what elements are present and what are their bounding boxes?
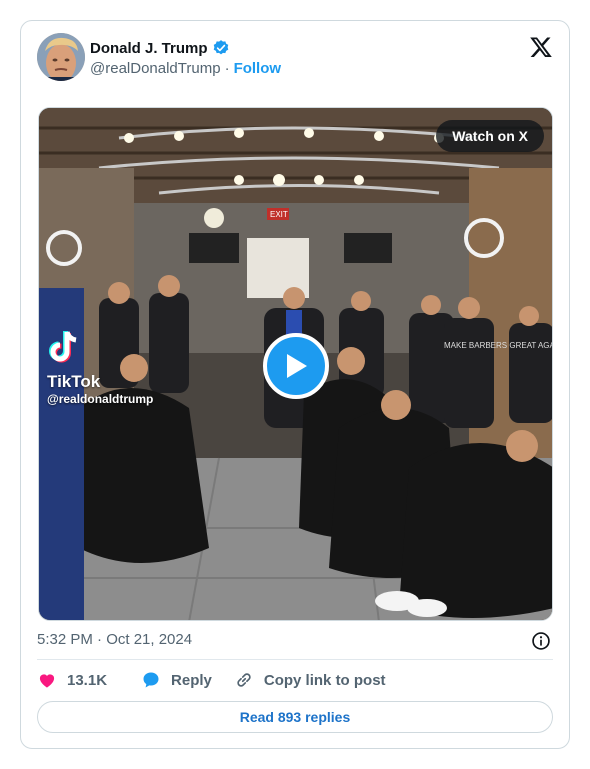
tiktok-handle: @realdonaldtrump	[47, 392, 154, 406]
play-icon	[287, 354, 307, 378]
like-action[interactable]: 13.1K	[37, 670, 107, 690]
tiktok-logo-icon	[49, 331, 77, 363]
copy-link-label: Copy link to post	[263, 671, 386, 689]
verified-badge-icon	[213, 40, 228, 55]
link-icon	[237, 673, 251, 687]
reply-action[interactable]: Reply	[141, 670, 212, 690]
reply-bubble-icon	[143, 672, 159, 688]
divider	[37, 659, 553, 660]
heart-icon	[39, 674, 55, 688]
author-name-row: Donald J. Trump	[90, 39, 230, 57]
avatar[interactable]	[37, 33, 85, 81]
shirt-text: MAKE BARBERS GREAT AGAIN	[444, 341, 553, 350]
video-player[interactable]: EXIT MAKE BARBERS GREAT AGAIN Watch on X…	[38, 107, 553, 621]
exit-sign-text: EXIT	[270, 210, 288, 219]
like-count: 13.1K	[67, 671, 108, 689]
reply-label: Reply	[171, 671, 212, 689]
read-replies-button[interactable]: Read 893 replies	[37, 701, 553, 733]
x-logo-icon[interactable]	[529, 35, 553, 59]
follow-link[interactable]: Follow	[234, 60, 282, 77]
info-icon[interactable]	[531, 631, 551, 651]
post-timestamp[interactable]: 5:32 PM · Oct 21, 2024	[37, 631, 192, 648]
action-bar: 13.1K Reply Copy link to post	[37, 670, 386, 690]
author-handle-row: @realDonaldTrump · Follow	[90, 60, 281, 77]
separator-dot: ·	[224, 60, 230, 77]
author-handle[interactable]: @realDonaldTrump	[90, 60, 221, 77]
copy-link-action[interactable]: Copy link to post	[234, 670, 386, 690]
post-meta: 5:32 PM · Oct 21, 2024	[37, 631, 553, 651]
tiktok-brand: TikTok	[47, 372, 101, 391]
author-name[interactable]: Donald J. Trump	[90, 40, 208, 57]
tiktok-watermark: TikTok @realdonaldtrump	[47, 330, 153, 406]
post-header: Donald J. Trump @realDonaldTrump · Follo…	[37, 33, 553, 83]
watch-on-x-button[interactable]: Watch on X	[436, 120, 544, 152]
play-button[interactable]	[263, 333, 329, 399]
post-card: Donald J. Trump @realDonaldTrump · Follo…	[20, 20, 570, 749]
